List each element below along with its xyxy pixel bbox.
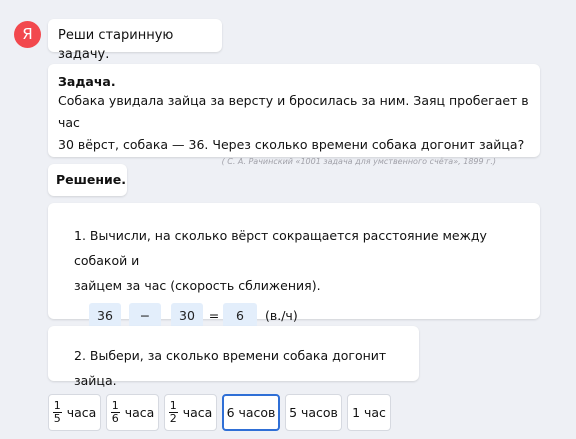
fraction-denominator: 2 — [169, 412, 177, 425]
fraction: 1 5 — [52, 400, 62, 425]
option-1-hour[interactable]: 1 час — [347, 394, 391, 431]
solution-label: Решение. — [48, 164, 127, 196]
fraction-denominator: 6 — [111, 412, 119, 425]
fraction: 1 6 — [110, 400, 120, 425]
yandex-avatar-icon: Я — [14, 21, 41, 48]
unit-label: (в./ч) — [265, 308, 298, 323]
prompt-text: Реши старинную задачу. — [58, 28, 174, 62]
step-1-line-2: зайцем за час (скорость сближения). — [74, 278, 321, 293]
step-2-card: 2. Выбери, за сколько времени собака дог… — [48, 326, 419, 388]
operand-b-field[interactable]: 30 — [171, 303, 203, 328]
option-6-hours[interactable]: 6 часов — [222, 394, 280, 431]
equation-row: 36 − 30 = 6 (в./ч) — [89, 303, 530, 328]
result-field[interactable]: 6 — [223, 303, 257, 328]
option-5-hours[interactable]: 5 часов — [285, 394, 342, 431]
fraction: 1 2 — [168, 400, 178, 425]
option-1-5-hour[interactable]: 1 5 часа — [48, 394, 101, 431]
option-1-2-hour[interactable]: 1 2 часа — [164, 394, 217, 431]
step-2-text: 2. Выбери, за сколько времени собака дог… — [74, 348, 387, 388]
step-1-card: 1. Вычисли, на сколько вёрст сокращается… — [48, 203, 540, 328]
solution-text: Решение. — [56, 172, 127, 187]
prompt-bubble: Реши старинную задачу. — [48, 19, 222, 62]
operand-a-field[interactable]: 36 — [89, 303, 121, 328]
task-source: ( С. А. Рачинский «1001 задача для умств… — [221, 157, 496, 166]
option-1-6-hour[interactable]: 1 6 часа — [106, 394, 159, 431]
option-label: 6 часов — [226, 405, 276, 420]
operator-field[interactable]: − — [129, 303, 161, 328]
fraction-denominator: 5 — [53, 412, 61, 425]
equals-sign: = — [208, 308, 220, 323]
task-title: Задача. — [58, 74, 116, 89]
option-label: часа — [124, 405, 155, 420]
option-label: часа — [66, 405, 97, 420]
task-line-2: 30 вёрст, собака — 36. Через сколько вре… — [58, 137, 525, 152]
task-line-1: Собака увидала зайца за версту и бросила… — [58, 93, 529, 130]
step-1-line-1: 1. Вычисли, на сколько вёрст сокращается… — [74, 228, 487, 268]
task-card: Задача. Собака увидала зайца за версту и… — [48, 64, 540, 166]
option-label: 5 часов — [289, 405, 338, 420]
answer-options: 1 5 часа 1 6 часа 1 2 часа 6 часов 5 час… — [48, 394, 396, 431]
option-label: часа — [182, 405, 213, 420]
option-label: 1 час — [352, 405, 386, 420]
